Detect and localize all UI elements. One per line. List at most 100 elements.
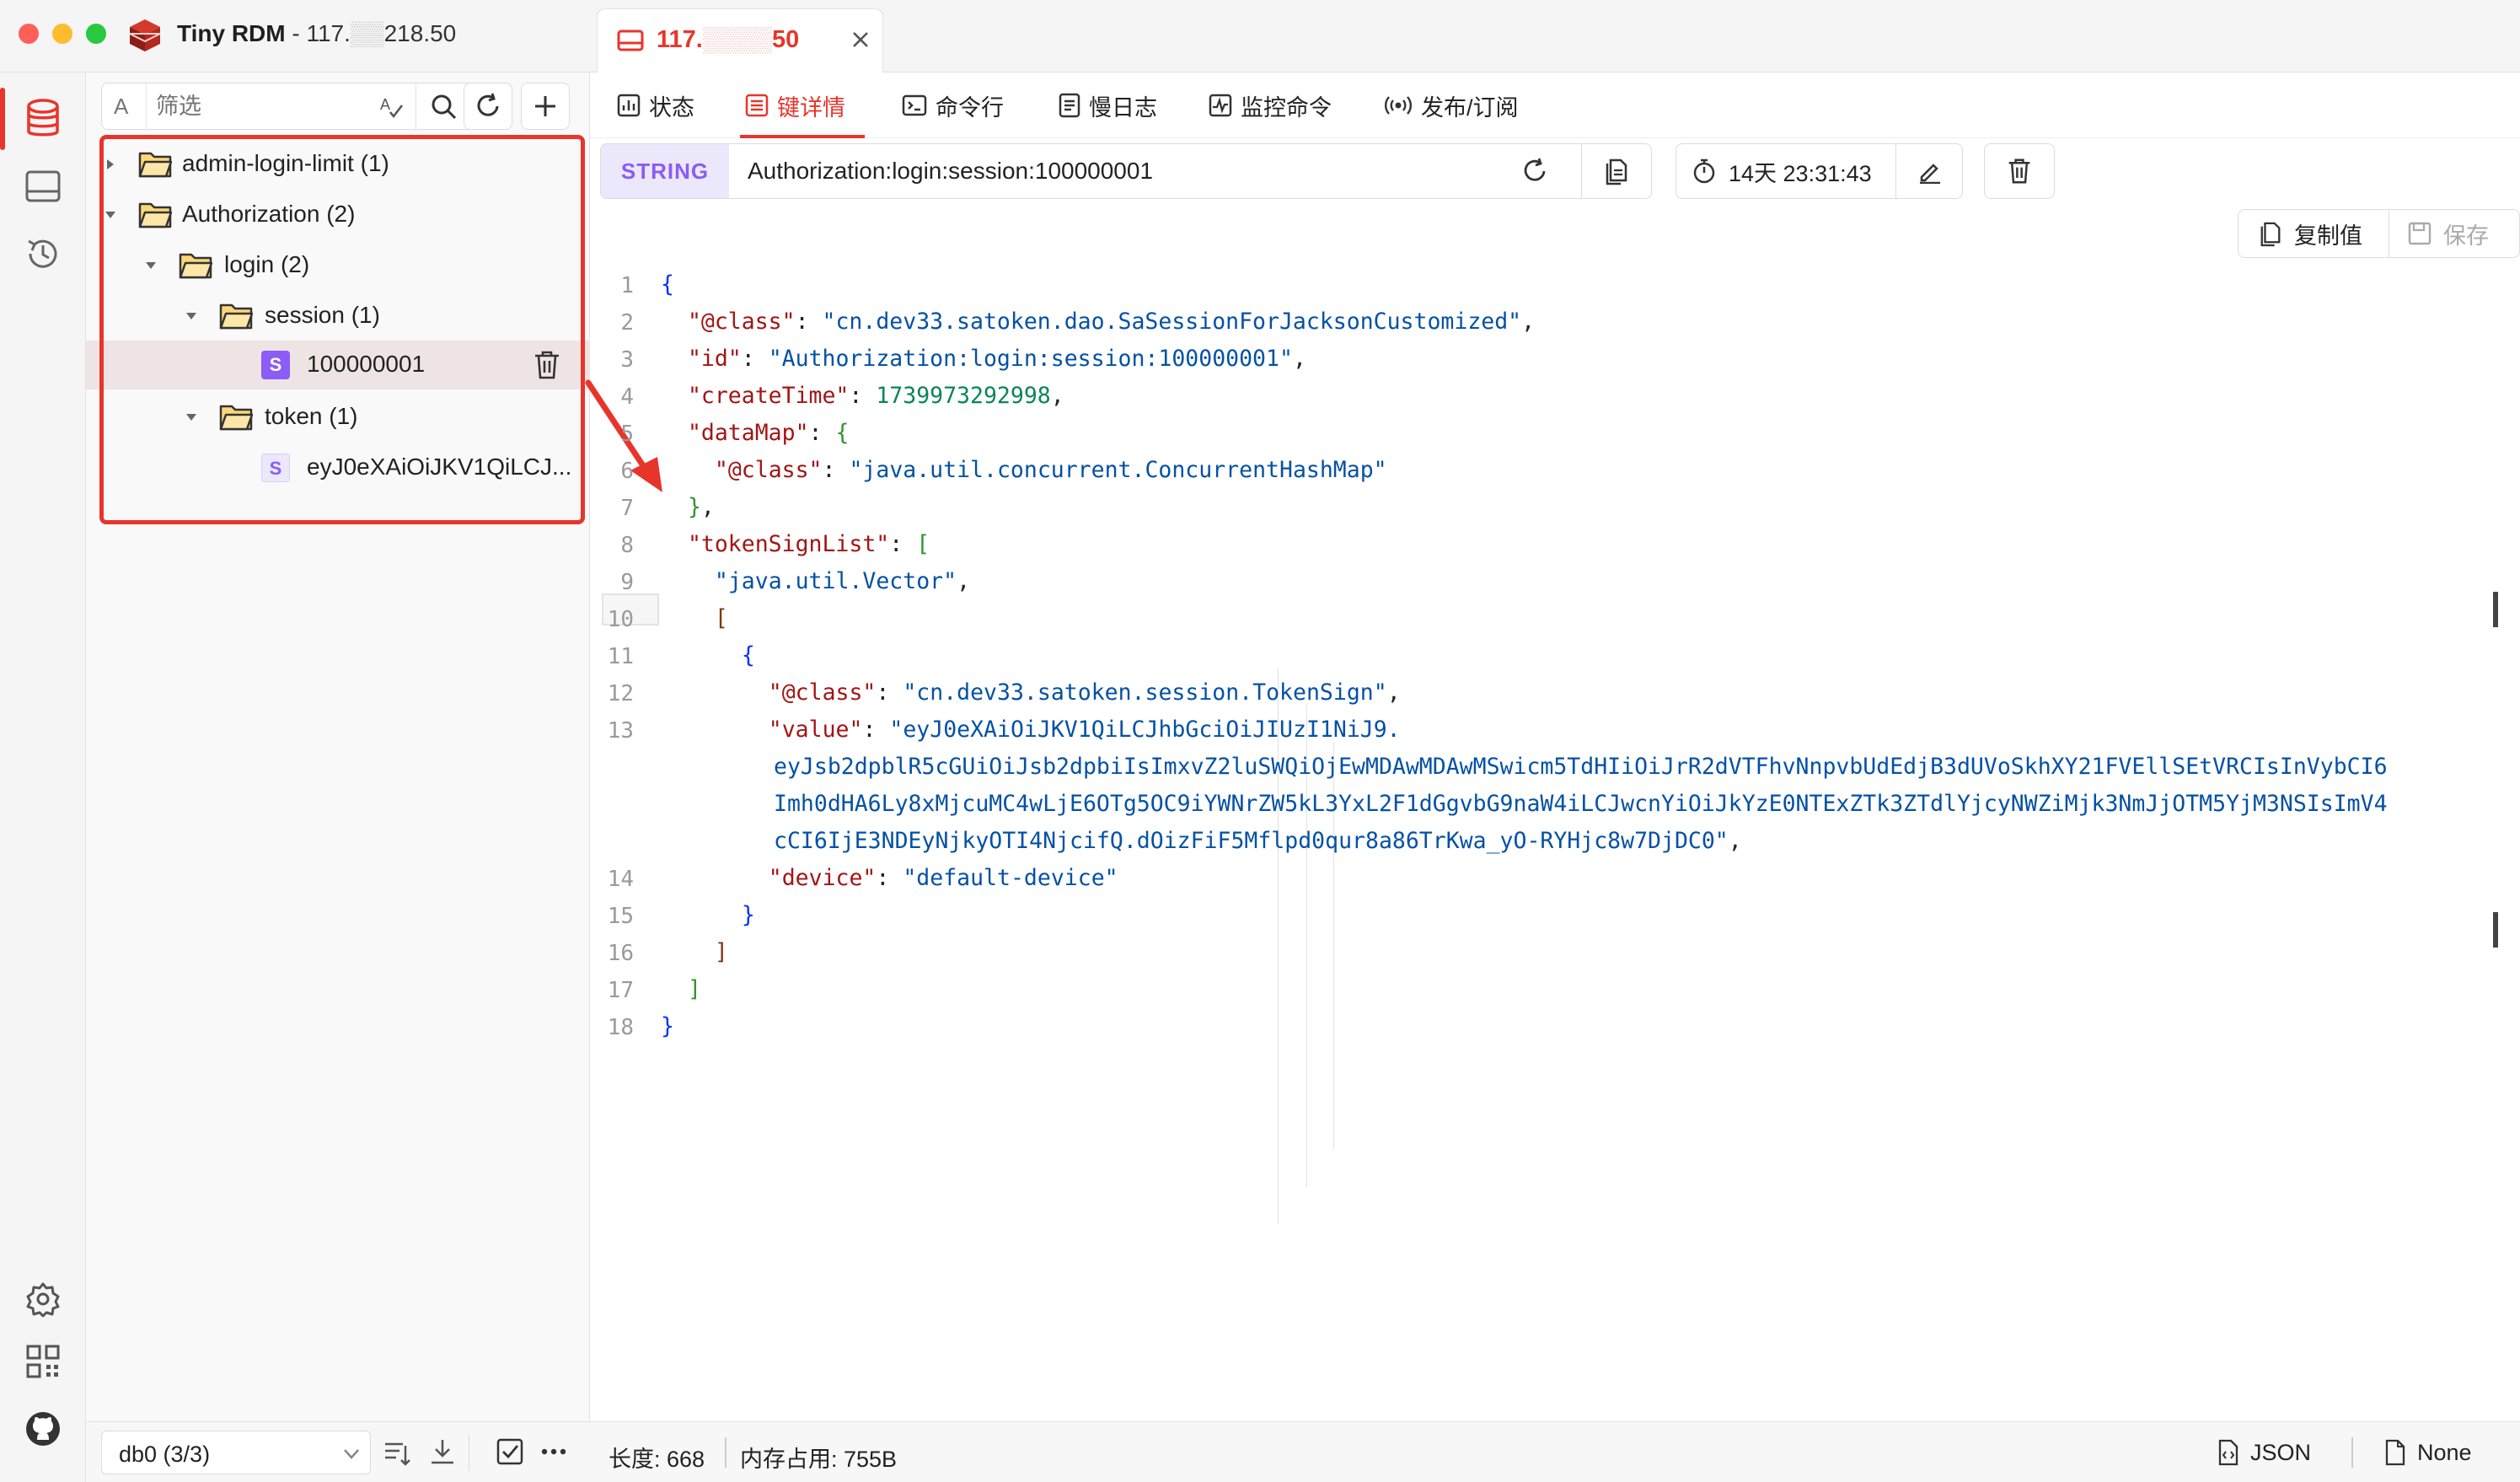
copy-value-label: 复制值 (2294, 223, 2362, 249)
code-line: } (741, 902, 755, 928)
navigation-rail (0, 72, 86, 1482)
chevron-down-icon (344, 1449, 359, 1459)
rail-history-button[interactable] (19, 229, 67, 278)
line-number: 8 (620, 533, 634, 558)
filter-input[interactable] (154, 90, 407, 122)
db-select[interactable]: db0 (3/3) (101, 1431, 371, 1474)
code-line: "@class": "java.util.concurrent.Concurre… (714, 457, 1387, 483)
trash-icon (2008, 158, 2030, 184)
line-number: 9 (620, 570, 634, 595)
scrollbar-marker[interactable] (2493, 592, 2498, 627)
rail-server-button[interactable] (19, 162, 67, 211)
tab-label: 状态 (649, 94, 694, 121)
key-name-text: Authorization:login:session:100000001 (748, 158, 1154, 184)
grid-icon (26, 1345, 60, 1378)
filter-type-label[interactable]: A (114, 94, 128, 120)
line-number: 14 (607, 867, 634, 892)
sidebar-footer: db0 (3/3) (86, 1421, 590, 1482)
refresh-icon[interactable] (1521, 158, 1548, 185)
scrollbar-marker[interactable] (2493, 912, 2498, 948)
chart-icon (617, 94, 641, 117)
active-rail-indicator (0, 88, 5, 150)
refresh-keys-button[interactable] (464, 83, 512, 130)
document-icon (2385, 1439, 2405, 1466)
tab-key-detail[interactable]: 键详情 (740, 72, 865, 138)
rail-github-button[interactable] (19, 1404, 67, 1453)
copy-icon (2260, 222, 2281, 247)
code-line: "id": "Authorization:login:session:10000… (687, 346, 1306, 372)
monitor-icon (1209, 94, 1232, 117)
line-number: 7 (620, 496, 634, 521)
code-line: "@class": "cn.dev33.satoken.session.Toke… (768, 679, 1401, 706)
code-line: [ (714, 605, 728, 631)
app-logo-icon (126, 17, 164, 58)
save-value-label: 保存 (2443, 223, 2489, 249)
download-icon[interactable] (428, 1437, 457, 1466)
plus-icon (535, 96, 555, 116)
close-tab-icon[interactable] (850, 30, 871, 54)
delete-key-button[interactable] (1984, 143, 2055, 199)
code-line: "device": "default-device" (768, 865, 1118, 891)
key-type-label: STRING (620, 158, 710, 184)
code-line: "@class": "cn.dev33.satoken.dao.SaSessio… (687, 309, 1536, 335)
close-window-button[interactable] (19, 24, 39, 44)
status-divider (725, 1437, 727, 1468)
code-line: eyJsb2dpblR5cGUiOiJsb2dpbiIsImxvZ2luSWQi… (774, 754, 2388, 780)
line-number: 18 (607, 1015, 634, 1040)
zoom-window-button[interactable] (86, 24, 106, 44)
rail-apps-button[interactable] (19, 1337, 67, 1386)
copy-key-button[interactable] (1581, 143, 1652, 199)
line-number: 2 (620, 310, 634, 336)
code-file-icon (2218, 1439, 2239, 1466)
line-number: 12 (607, 681, 634, 706)
minimize-window-button[interactable] (52, 24, 72, 44)
line-number: 17 (607, 978, 634, 1003)
copy-value-button[interactable]: 复制值 (2238, 209, 2389, 258)
rail-browser-button[interactable] (19, 94, 67, 143)
title-bar: Tiny RDM - 117.▒▒218.50 (0, 0, 590, 72)
rename-key-button[interactable] (1895, 143, 1963, 199)
code-line: Imh0dHA6Ly8xMjcuMC4wLjE6OTg5OC9iYWNrZW5k… (774, 791, 2388, 817)
connection-tab[interactable]: 117.▒▒▒▒50 (597, 8, 883, 73)
format-selector[interactable]: JSON (2217, 1431, 2351, 1474)
line-number: 1 (620, 273, 634, 298)
code-line: "java.util.Vector", (714, 568, 971, 594)
sort-icon[interactable] (383, 1439, 411, 1468)
line-number: 15 (607, 904, 634, 929)
edit-icon (1920, 164, 1940, 184)
copy-icon (1606, 158, 1627, 185)
filter-divider (146, 83, 147, 131)
rail-settings-button[interactable] (19, 1275, 67, 1324)
status-spacer (2208, 1431, 2212, 1474)
more-icon[interactable] (541, 1447, 566, 1456)
tab-pubsub[interactable]: 发布/订阅 (1384, 72, 1519, 138)
save-value-button[interactable]: 保存 (2389, 209, 2520, 258)
add-key-button[interactable] (521, 83, 570, 130)
line-number: 13 (607, 718, 634, 744)
ttl-button[interactable]: 14天 23:31:43 (1676, 143, 1896, 199)
checkbox-multiselect-icon[interactable] (496, 1437, 524, 1466)
log-icon (1059, 93, 1080, 118)
tab-monitor[interactable]: 监控命令 (1209, 72, 1332, 138)
line-number: 3 (620, 347, 634, 373)
monitor-server-icon (25, 170, 61, 202)
content-tabs: 状态 键详情 命令行 慢日志 监控命令 发布/订阅 (590, 72, 2520, 138)
tab-status[interactable]: 状态 (617, 72, 694, 138)
filter-input-group: A A (101, 83, 482, 131)
value-editor[interactable]: 1 {2 "@class": "cn.dev33.satoken.dao.SaSe… (590, 266, 2520, 1421)
code-line: "tokenSignList": [ (687, 531, 930, 557)
decode-selector[interactable]: None (2383, 1431, 2510, 1474)
ttl-value: 14天 23:31:43 (1729, 160, 1872, 186)
tab-label: 键详情 (777, 94, 845, 121)
tab-slow-log[interactable]: 慢日志 (1059, 72, 1157, 138)
line-number: 10 (607, 607, 634, 632)
code-line: ] (714, 939, 728, 965)
tab-label: 命令行 (936, 94, 1004, 121)
window-title: Tiny RDM - 117.▒▒218.50 (177, 20, 456, 47)
search-icon[interactable] (431, 94, 458, 125)
tab-label: 监控命令 (1241, 94, 1332, 121)
key-name-field[interactable]: Authorization:login:session:100000001 (729, 143, 1582, 199)
annotation-highlight-box (99, 135, 585, 524)
spell-check-icon[interactable]: A (378, 94, 404, 123)
tab-cli[interactable]: 命令行 (902, 72, 1004, 138)
